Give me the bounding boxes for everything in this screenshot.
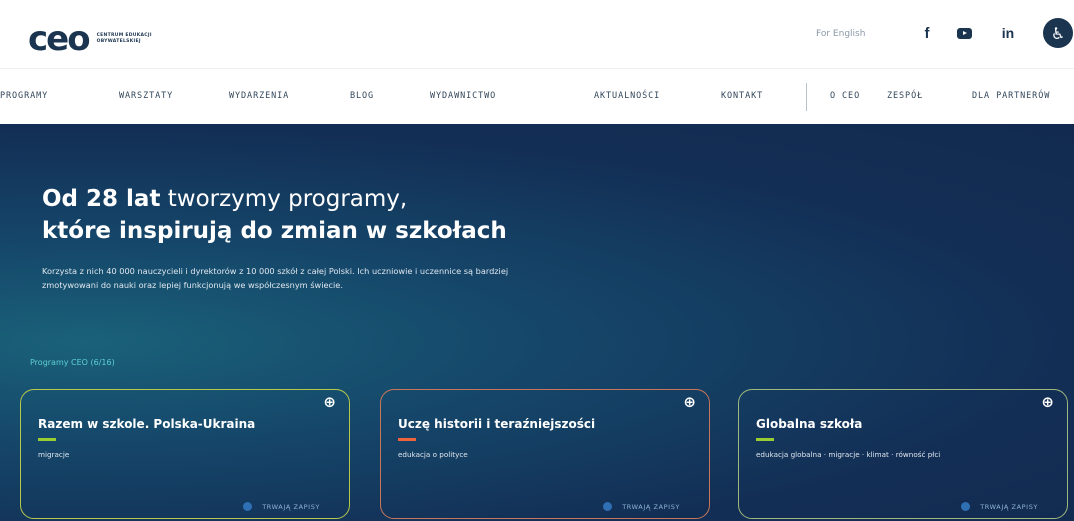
logo-subtitle: CENTRUM EDUKACJI OBYWATELSKIEJ <box>96 33 152 44</box>
enrollment-status[interactable]: TRWAJĄ ZAPISY <box>243 502 320 511</box>
status-dot-icon <box>603 502 613 511</box>
nav-separator <box>806 83 807 111</box>
accent-bar <box>398 438 416 441</box>
nav-item-aktualnosci[interactable]: AKTUALNOŚCI <box>594 91 660 101</box>
program-tags: migracje <box>38 450 70 459</box>
facebook-icon[interactable]: f <box>920 22 934 44</box>
program-tags: edukacja o polityce <box>398 450 468 459</box>
youtube-icon[interactable] <box>952 22 976 44</box>
hero-description: Korzysta z nich 40 000 nauczycieli i dyr… <box>42 266 509 290</box>
youtube-play-shape <box>956 27 972 39</box>
ceo-logo[interactable]: ceo CENTRUM EDUKACJI OBYWATELSKIEJ <box>28 22 177 56</box>
program-title[interactable]: Uczę historii i teraźniejszości <box>398 417 595 431</box>
status-dot-icon <box>961 502 971 511</box>
nav-item-wydarzenia[interactable]: WYDARZENIA <box>229 91 289 101</box>
enrollment-status[interactable]: TRWAJĄ ZAPISY <box>961 502 1038 511</box>
program-title[interactable]: Globalna szkoła <box>756 417 862 431</box>
status-label: TRWAJĄ ZAPISY <box>980 502 1038 511</box>
nav-item-warsztaty[interactable]: WARSZTATY <box>119 91 173 101</box>
add-program-icon[interactable]: ⊕ <box>323 393 336 411</box>
nav-item-dla-partnerow[interactable]: DLA PARTNERÓW <box>972 91 1050 101</box>
add-program-icon[interactable]: ⊕ <box>1041 393 1054 411</box>
status-label: TRWAJĄ ZAPISY <box>622 502 680 511</box>
nav-item-kontakt[interactable]: KONTAKT <box>721 91 763 101</box>
accent-bar <box>756 438 774 441</box>
nav-item-wydawnictwo[interactable]: WYDAWNICTWO <box>430 91 496 101</box>
logo-mark: ceo <box>28 19 91 59</box>
accent-bar <box>38 438 56 441</box>
nav-item-zespol[interactable]: ZESPÓŁ <box>887 91 923 101</box>
hero-title-line2: które inspirują do zmian w szkołach <box>42 218 507 244</box>
status-label: TRWAJĄ ZAPISY <box>262 502 320 511</box>
programs-count-label: Programy CEO (6/16) <box>30 358 115 367</box>
hero-section: Od 28 lat tworzymy programy, które inspi… <box>0 124 1074 521</box>
program-card[interactable]: Globalna szkoła edukacja globalna · migr… <box>738 389 1068 519</box>
program-title[interactable]: Razem w szkole. Polska-Ukraina <box>38 417 255 431</box>
enrollment-status[interactable]: TRWAJĄ ZAPISY <box>603 502 680 511</box>
hero-title-rest: tworzymy programy, <box>160 186 408 212</box>
nav-item-o-ceo[interactable]: O CEO <box>830 91 860 101</box>
top-header: ceo CENTRUM EDUKACJI OBYWATELSKIEJ For E… <box>0 0 1074 68</box>
accessibility-icon[interactable]: ♿ <box>1043 18 1073 48</box>
language-switch-link[interactable]: For English <box>816 29 865 39</box>
program-tags: edukacja globalna · migracje · klimat · … <box>756 450 941 459</box>
hero-title-line1: Od 28 lat tworzymy programy, <box>42 186 407 212</box>
status-dot-icon <box>243 502 253 511</box>
program-card[interactable]: Razem w szkole. Polska-Ukraina migracje … <box>20 389 350 519</box>
nav-item-programy[interactable]: PROGRAMY <box>0 91 48 101</box>
hero-title-bold: Od 28 lat <box>42 186 161 212</box>
linkedin-icon[interactable]: in <box>998 22 1018 44</box>
program-card[interactable]: Uczę historii i teraźniejszości edukacja… <box>380 389 710 519</box>
main-navigation: PROGRAMY WARSZTATY WYDARZENIA BLOG WYDAW… <box>0 68 1074 125</box>
add-program-icon[interactable]: ⊕ <box>683 393 696 411</box>
nav-item-blog[interactable]: BLOG <box>350 91 374 101</box>
